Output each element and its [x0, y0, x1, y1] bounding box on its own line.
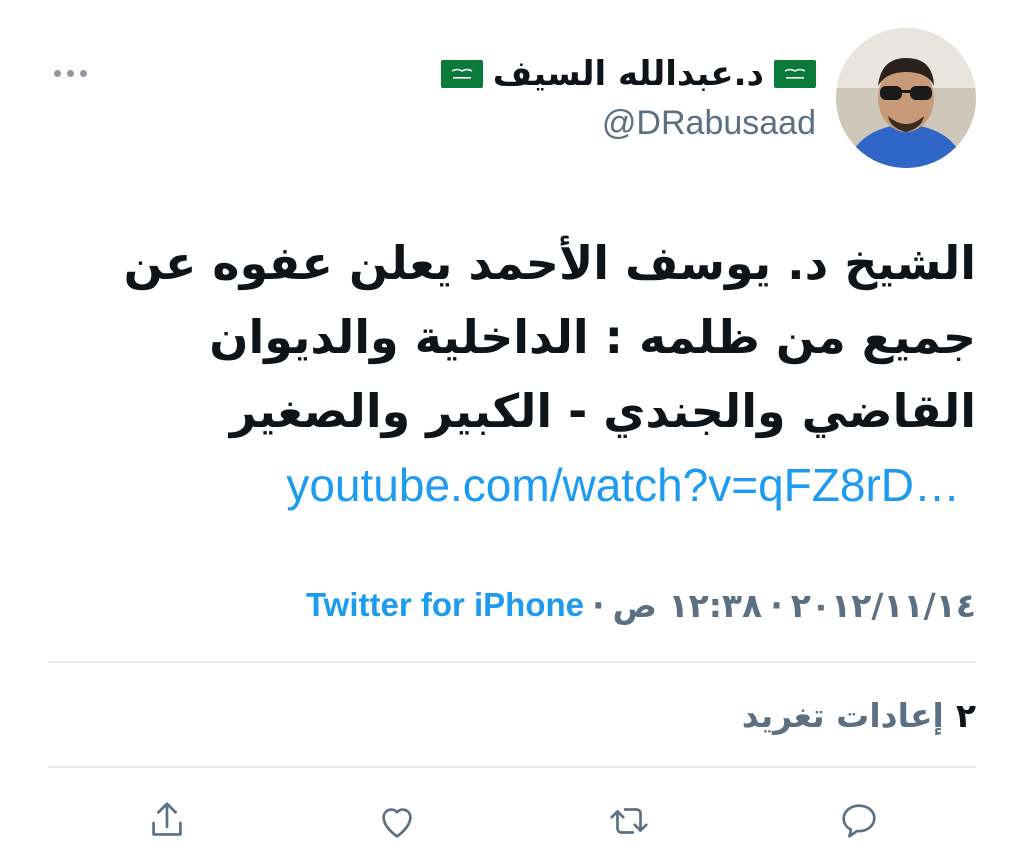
display-name: د.عبدالله السيف: [492, 54, 764, 94]
share-icon: [152, 802, 182, 836]
heart-icon: [382, 808, 412, 838]
divider: [48, 766, 976, 768]
saudi-flag-icon: [440, 60, 483, 88]
more-horizontal-icon: [53, 69, 87, 77]
youtube-link[interactable]: youtube.com/watch?v=qFZ8rD…: [286, 448, 960, 522]
retweet-button[interactable]: [604, 796, 654, 846]
avatar[interactable]: [836, 28, 976, 168]
tweet-time[interactable]: ١٢:٣٨ ص: [613, 586, 763, 625]
tweet-line: الشيخ د. يوسف الأحمد يعلن عفوه عن: [123, 236, 976, 290]
reply-icon: [842, 804, 876, 838]
divider: [48, 661, 976, 663]
display-name-row[interactable]: د.عبدالله السيف: [440, 52, 816, 96]
tweet-source[interactable]: Twitter for iPhone: [306, 586, 584, 624]
tweet-text: الشيخ د. يوسف الأحمد يعلن عفوه عن جميع م…: [96, 226, 976, 448]
meta-separator: ·: [770, 585, 783, 625]
saudi-flag-icon: [774, 60, 816, 88]
retweets-label: إعادات تغريد: [741, 695, 944, 735]
retweet-icon: [610, 808, 648, 834]
tweet-line: القاضي والجندي - الكبير والصغير: [229, 384, 976, 438]
retweets-stat[interactable]: ٢ إعادات تغريد: [742, 690, 976, 740]
avatar-image: [836, 28, 976, 168]
tweet-meta: ٢٠١٢/١١/١٤ · ١٢:٣٨ ص · Twitter for iPhon…: [306, 580, 976, 630]
tweet-line: جميع من ظلمه : الداخلية والديوان: [209, 310, 976, 364]
retweets-count: ٢: [955, 695, 976, 735]
meta-separator: ·: [592, 585, 605, 625]
share-button[interactable]: [142, 796, 192, 846]
more-options-button[interactable]: [50, 58, 90, 88]
user-handle[interactable]: @DRabusaad: [602, 104, 816, 143]
like-button[interactable]: [372, 796, 422, 846]
reply-button[interactable]: [834, 796, 884, 846]
tweet-date[interactable]: ٢٠١٢/١١/١٤: [791, 586, 976, 625]
